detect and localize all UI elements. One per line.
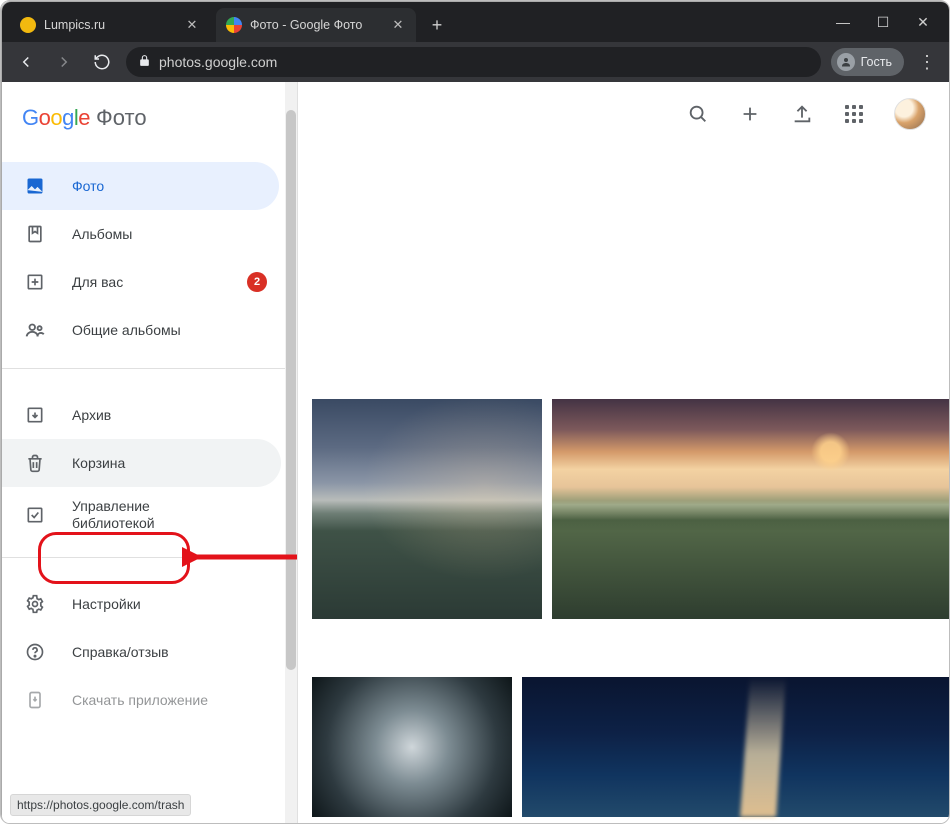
close-icon[interactable]: ✕ bbox=[184, 17, 200, 33]
sidebar-item-photos[interactable]: Фото bbox=[2, 162, 279, 210]
bookmark-icon bbox=[24, 223, 46, 245]
help-icon bbox=[24, 641, 46, 663]
check-box-icon bbox=[24, 504, 46, 526]
window-controls: — ☐ ✕ bbox=[816, 2, 950, 42]
sidebar-item-albums[interactable]: Альбомы bbox=[2, 210, 297, 258]
window-titlebar: Lumpics.ru ✕ Фото - Google Фото ✕ + — ☐ … bbox=[2, 2, 950, 42]
plus-box-icon bbox=[24, 271, 46, 293]
sidebar-item-label: Управление библиотекой bbox=[72, 498, 212, 533]
photo-thumbnail[interactable] bbox=[552, 399, 950, 619]
photo-thumbnail[interactable] bbox=[522, 677, 950, 817]
divider bbox=[2, 557, 297, 558]
sidebar-item-library-mgmt[interactable]: Управление библиотекой bbox=[2, 487, 297, 543]
close-icon[interactable]: ✕ bbox=[390, 17, 406, 33]
sidebar-item-shared[interactable]: Общие альбомы bbox=[2, 306, 297, 354]
sidebar-item-label: Общие альбомы bbox=[72, 322, 181, 338]
back-button[interactable] bbox=[12, 48, 40, 76]
close-window-button[interactable]: ✕ bbox=[916, 14, 930, 31]
profile-label: Гость bbox=[861, 55, 892, 69]
sidebar-item-label: Для вас bbox=[72, 274, 123, 290]
favicon-google-photos bbox=[226, 17, 242, 33]
gear-icon bbox=[24, 593, 46, 615]
reload-button[interactable] bbox=[88, 48, 116, 76]
sidebar-item-download-app[interactable]: Скачать приложение bbox=[2, 676, 297, 724]
trash-icon bbox=[24, 452, 46, 474]
tab-title: Lumpics.ru bbox=[44, 18, 176, 32]
sidebar-item-trash[interactable]: Корзина bbox=[2, 439, 281, 487]
favicon-lumpics bbox=[20, 17, 36, 33]
url-text: photos.google.com bbox=[159, 54, 277, 70]
sidebar-item-help[interactable]: Справка/отзыв bbox=[2, 628, 297, 676]
sidebar-item-label: Архив bbox=[72, 407, 111, 423]
profile-avatar-icon bbox=[837, 53, 855, 71]
lock-icon bbox=[138, 54, 151, 70]
divider bbox=[2, 368, 297, 369]
photo-grid bbox=[312, 162, 950, 824]
tab-google-photos[interactable]: Фото - Google Фото ✕ bbox=[216, 8, 416, 42]
minimize-button[interactable]: — bbox=[836, 14, 850, 30]
apps-icon[interactable] bbox=[842, 102, 866, 126]
sidebar: Google Фото Фото Альбомы bbox=[2, 82, 298, 824]
google-logo: Google bbox=[22, 105, 90, 131]
status-link-preview: https://photos.google.com/trash bbox=[10, 794, 191, 816]
sidebar-item-label: Корзина bbox=[72, 455, 125, 471]
download-icon bbox=[24, 689, 46, 711]
app-logo-label: Фото bbox=[96, 105, 147, 131]
tab-lumpics[interactable]: Lumpics.ru ✕ bbox=[10, 8, 210, 42]
sidebar-item-label: Настройки bbox=[72, 596, 141, 612]
sidebar-item-label: Фото bbox=[72, 178, 104, 194]
sidebar-item-label: Скачать приложение bbox=[72, 692, 208, 708]
omnibox[interactable]: photos.google.com bbox=[126, 47, 821, 77]
sidebar-item-label: Справка/отзыв bbox=[72, 644, 169, 660]
profile-chip[interactable]: Гость bbox=[831, 48, 904, 76]
group-icon bbox=[24, 319, 46, 341]
account-avatar[interactable] bbox=[894, 98, 926, 130]
photo-thumbnail[interactable] bbox=[312, 399, 542, 619]
create-button[interactable] bbox=[738, 102, 762, 126]
forward-button[interactable] bbox=[50, 48, 78, 76]
upload-button[interactable] bbox=[790, 102, 814, 126]
archive-icon bbox=[24, 404, 46, 426]
tab-title: Фото - Google Фото bbox=[250, 18, 382, 32]
app-logo[interactable]: Google Фото bbox=[2, 82, 297, 154]
sidebar-item-for-you[interactable]: Для вас 2 bbox=[2, 258, 297, 306]
search-icon[interactable] bbox=[686, 102, 710, 126]
sidebar-item-settings[interactable]: Настройки bbox=[2, 580, 297, 628]
image-icon bbox=[24, 175, 46, 197]
sidebar-item-label: Альбомы bbox=[72, 226, 132, 242]
address-bar: photos.google.com Гость ⋮ bbox=[2, 42, 950, 82]
sidebar-item-archive[interactable]: Архив bbox=[2, 391, 297, 439]
new-tab-button[interactable]: + bbox=[422, 8, 452, 42]
browser-menu-button[interactable]: ⋮ bbox=[914, 52, 940, 73]
notification-badge: 2 bbox=[247, 272, 267, 292]
maximize-button[interactable]: ☐ bbox=[876, 14, 890, 31]
photo-thumbnail[interactable] bbox=[312, 677, 512, 817]
